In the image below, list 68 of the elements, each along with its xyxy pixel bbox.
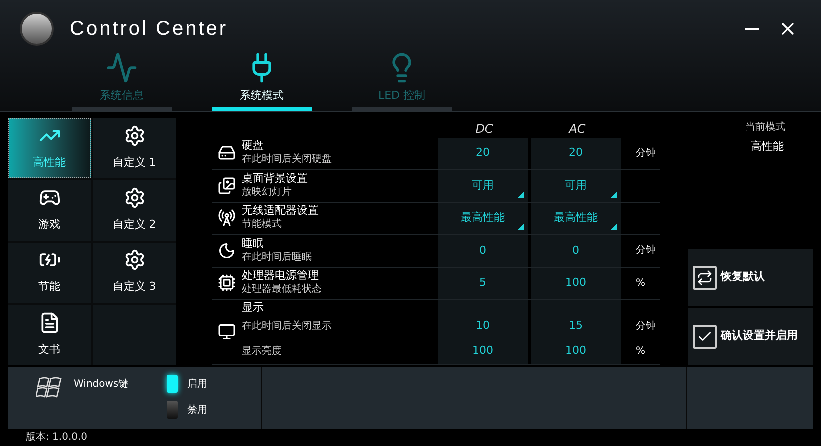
unit-label: 分钟 xyxy=(636,244,656,258)
setting-subtitle: 节能模式 xyxy=(242,218,283,232)
setting-value[interactable]: 15 xyxy=(569,318,583,335)
radio-option[interactable]: 禁用 xyxy=(166,401,208,419)
setting-subtitle: 处理器最低耗状态 xyxy=(242,283,323,298)
swap-icon xyxy=(693,266,717,290)
setting-icon xyxy=(218,274,236,292)
setting-subtitle: 放映幻灯片 xyxy=(242,186,293,200)
mode-tile[interactable]: 文书 xyxy=(8,304,91,365)
column-header: AC xyxy=(568,120,587,138)
nav-tab[interactable]: 系统模式 xyxy=(212,52,312,110)
mode-tile[interactable]: 自定义 1 xyxy=(93,118,176,178)
setting-value[interactable]: 5 xyxy=(480,275,486,292)
dropdown-corner-icon xyxy=(611,192,617,198)
setting-value[interactable]: 可用 xyxy=(472,178,494,194)
setting-icon xyxy=(218,209,236,228)
mode-tile[interactable]: 节能 xyxy=(8,242,91,303)
mode-icon xyxy=(124,124,146,147)
setting-value[interactable]: 0 xyxy=(480,242,486,260)
mode-tile[interactable]: 高性能 xyxy=(8,118,91,178)
setting-value[interactable]: 20 xyxy=(569,145,583,162)
setting-title: 睡眠 xyxy=(242,236,265,251)
setting-subtitle: 显示亮度 xyxy=(242,344,283,360)
setting-value[interactable]: 20 xyxy=(476,145,490,162)
action-button[interactable]: 恢复默认 xyxy=(688,249,813,306)
setting-value[interactable]: 可用 xyxy=(565,178,587,194)
setting-icon xyxy=(218,144,236,162)
windows-key-label: Windows键 xyxy=(74,378,129,392)
setting-value[interactable]: 100 xyxy=(472,343,494,360)
setting-title: 处理器电源管理 xyxy=(242,269,320,284)
unit-label: % xyxy=(636,276,646,291)
windows-logo-icon xyxy=(36,375,64,401)
checkmark-icon xyxy=(693,324,717,348)
unit-label: % xyxy=(636,345,646,360)
setting-title: 无线适配器设置 xyxy=(242,204,320,218)
version-label: 版本: 1.0.0.0 xyxy=(26,430,88,444)
setting-title: 桌面背景设置 xyxy=(242,172,309,186)
setting-icon xyxy=(218,176,236,195)
setting-subtitle: 在此时间后关闭硬盘 xyxy=(242,153,333,168)
action-button[interactable]: 确认设置并启用 xyxy=(688,308,813,365)
logo-icon xyxy=(20,12,54,46)
column-header: DC xyxy=(474,120,494,138)
minimize-icon xyxy=(745,28,759,30)
dropdown-corner-icon xyxy=(518,192,524,198)
current-mode-value: 高性能 xyxy=(751,139,784,155)
setting-title: 显示 xyxy=(242,300,265,314)
mode-icon xyxy=(124,249,146,272)
mode-tile[interactable]: 游戏 xyxy=(8,180,91,240)
setting-icon xyxy=(218,323,236,342)
mode-tile[interactable]: 自定义 3 xyxy=(93,242,176,303)
setting-subtitle: 在此时间后睡眠 xyxy=(242,250,313,265)
nav-tab-icon xyxy=(106,52,138,84)
setting-value[interactable]: 0 xyxy=(572,242,580,260)
mode-icon xyxy=(124,187,146,210)
radio-option[interactable]: 启用 xyxy=(166,375,208,393)
mode-tile[interactable]: 自定义 2 xyxy=(93,180,176,240)
setting-icon xyxy=(218,242,236,260)
unit-label: 分钟 xyxy=(636,320,656,334)
setting-subtitle: 在此时间后关闭显示 xyxy=(242,320,333,334)
current-mode-label: 当前模式 xyxy=(746,120,786,135)
setting-value[interactable]: 100 xyxy=(566,275,586,292)
unit-label: 分钟 xyxy=(636,146,656,161)
setting-value[interactable]: 10 xyxy=(476,318,490,335)
setting-value[interactable]: 100 xyxy=(566,343,586,360)
dropdown-corner-icon xyxy=(611,224,617,230)
window-title: Control Center xyxy=(70,17,228,42)
dropdown-corner-icon xyxy=(518,224,524,230)
setting-title: 硬盘 xyxy=(242,139,265,154)
